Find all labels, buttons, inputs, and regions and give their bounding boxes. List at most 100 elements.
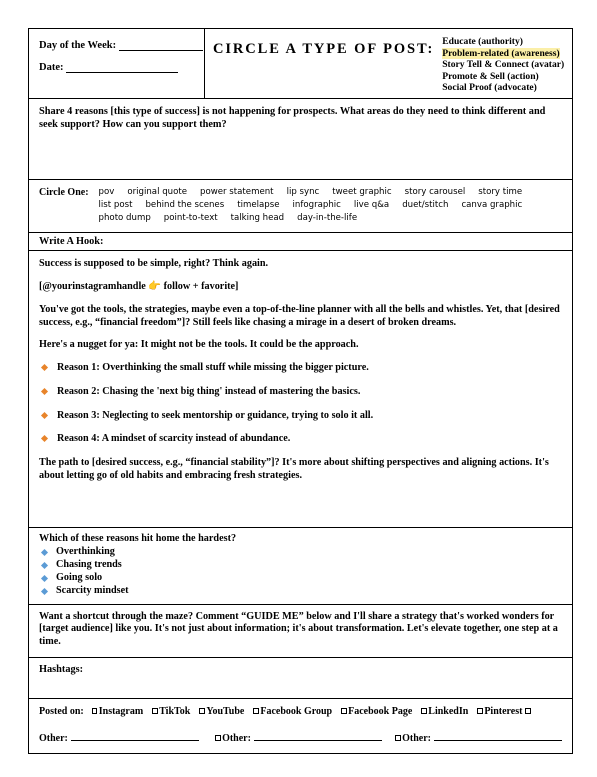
question-option-chasing-trends[interactable]: Chasing trends: [39, 559, 562, 572]
other-input[interactable]: [434, 730, 562, 741]
question-block: Which of these reasons hit home the hard…: [29, 528, 572, 603]
option-live-qa[interactable]: live q&a: [354, 199, 389, 212]
checkbox-icon[interactable]: [395, 735, 401, 741]
checkbox-instagram[interactable]: Instagram: [91, 705, 144, 717]
handle-suffix: follow + favorite]: [161, 281, 239, 293]
checkbox-facebook-page[interactable]: Facebook Page: [341, 706, 412, 717]
other-field-3[interactable]: Other:: [395, 730, 562, 744]
post-type-list: Educate (authority) Problem-related (awa…: [439, 36, 565, 94]
other-label: Other:: [39, 732, 68, 744]
question-option-overthinking[interactable]: Overthinking: [39, 546, 562, 559]
pointing-right-hand-icon: 👉: [148, 281, 162, 293]
diamond-bullet-icon: [40, 411, 49, 419]
date-fields-cell: Day of the Week: Date:: [29, 29, 205, 98]
option-point-to-text[interactable]: point-to-text: [164, 212, 218, 225]
posted-on-platforms: Posted on: Instagram TikTok YouTube Face…: [39, 706, 562, 717]
checkbox-icon[interactable]: [91, 708, 98, 714]
reason-item-4: Reason 4: A mindset of scarcity instead …: [39, 433, 562, 446]
reason-text: Reason 4: A mindset of scarcity instead …: [57, 433, 291, 445]
checkbox-pinterest[interactable]: Pinterest: [477, 706, 531, 717]
option-original-quote[interactable]: original quote: [127, 186, 187, 199]
date-input[interactable]: [66, 62, 179, 73]
option-story-time[interactable]: story time: [478, 186, 522, 199]
option-day-in-the-life[interactable]: day-in-the-life: [297, 212, 357, 225]
question-option-going-solo[interactable]: Going solo: [39, 572, 562, 585]
write-a-hook-label: Write A Hook:: [39, 236, 104, 248]
post-type-option-problem-related[interactable]: Problem-related (awareness): [441, 47, 565, 60]
post-type-option-promote-sell[interactable]: Promote & Sell (action): [441, 71, 565, 83]
option-behind-the-scenes[interactable]: behind the scenes: [145, 199, 224, 212]
platform-label: Facebook Group: [260, 705, 333, 717]
post-type-option-story-tell[interactable]: Story Tell & Connect (avatar): [441, 59, 565, 71]
other-input[interactable]: [253, 730, 382, 741]
day-of-week-input[interactable]: [118, 40, 203, 51]
post-type-option-educate[interactable]: Educate (authority): [441, 36, 565, 48]
post-body-content[interactable]: Success is supposed to be simple, right?…: [29, 251, 572, 527]
header-row: Day of the Week: Date: CIRCLE A TYPE OF …: [29, 29, 572, 99]
checkbox-icon[interactable]: [421, 708, 427, 714]
hashtags-label: Hashtags:: [39, 663, 84, 675]
option-list-post[interactable]: list post: [99, 199, 133, 212]
checkbox-linkedin[interactable]: LinkedIn: [421, 706, 468, 717]
other-label: Other:: [222, 732, 251, 744]
other-field-1[interactable]: Other:: [39, 730, 199, 744]
body-paragraph-3: The path to [desired success, e.g., “fin…: [39, 457, 549, 481]
option-duet-stitch[interactable]: duet/stitch: [402, 199, 448, 212]
platform-label: TikTok: [159, 705, 191, 717]
handle-prefix: [@yourinstagramhandle: [39, 281, 149, 293]
diamond-bullet-icon: [40, 548, 49, 556]
option-tweet-graphic[interactable]: tweet graphic: [332, 186, 391, 199]
reason-item-2: Reason 2: Chasing the 'next big thing' i…: [39, 386, 562, 399]
checkbox-icon[interactable]: [341, 708, 347, 714]
posted-on-other-fields: Other: Other: Other:: [39, 730, 562, 744]
diamond-bullet-icon: [40, 435, 49, 443]
question-row: Which of these reasons hit home the hard…: [29, 528, 572, 605]
day-of-week-field[interactable]: Day of the Week:: [39, 40, 203, 51]
handle-line: [@yourinstagramhandle 👉 follow + favorit…: [39, 281, 562, 294]
option-talking-head[interactable]: talking head: [231, 212, 284, 225]
circle-one-label: Circle One:: [39, 186, 89, 198]
option-pov[interactable]: pov: [99, 186, 115, 199]
circle-one-options-line-2: list post behind the scenes timelapse in…: [99, 199, 564, 212]
checkbox-facebook-group[interactable]: Facebook Group: [253, 706, 332, 717]
question-option-scarcity-mindset[interactable]: Scarcity mindset: [39, 585, 562, 598]
reason-text: Reason 2: Chasing the 'next big thing' i…: [57, 385, 361, 397]
option-story-carousel[interactable]: story carousel: [405, 186, 466, 199]
diamond-bullet-icon: [40, 574, 49, 582]
date-field[interactable]: Date:: [39, 62, 196, 73]
checkbox-icon-trailing[interactable]: [525, 708, 531, 714]
option-lip-sync[interactable]: lip sync: [287, 186, 320, 199]
diamond-bullet-icon: [40, 387, 49, 395]
option-canva-graphic[interactable]: canva graphic: [461, 199, 522, 212]
question-option-label: Overthinking: [56, 545, 115, 557]
checkbox-youtube[interactable]: YouTube: [199, 706, 244, 717]
checkbox-icon[interactable]: [477, 708, 483, 714]
diamond-bullet-icon: [40, 587, 49, 595]
checkbox-icon[interactable]: [199, 708, 205, 714]
checkbox-tiktok[interactable]: TikTok: [152, 706, 190, 717]
circle-one-row: Circle One: pov original quote power sta…: [29, 180, 572, 234]
checkbox-icon[interactable]: [215, 735, 221, 741]
body-row[interactable]: Success is supposed to be simple, right?…: [29, 251, 572, 529]
option-timelapse[interactable]: timelapse: [237, 199, 279, 212]
posted-on-block: Posted on: Instagram TikTok YouTube Face…: [29, 699, 572, 753]
option-photo-dump[interactable]: photo dump: [99, 212, 151, 225]
platform-label: Instagram: [98, 705, 144, 717]
reason-text: Reason 1: Overthinking the small stuff w…: [57, 362, 369, 374]
post-type-label: Educate (authority): [442, 36, 523, 47]
option-power-statement[interactable]: power statement: [200, 186, 274, 199]
circle-one-options: pov original quote power statement lip s…: [99, 186, 564, 226]
checkbox-icon[interactable]: [253, 708, 259, 714]
other-input[interactable]: [70, 730, 199, 741]
hashtags-row[interactable]: Hashtags:: [29, 658, 572, 699]
reason-item-1: Reason 1: Overthinking the small stuff w…: [39, 362, 562, 375]
day-of-week-label: Day of the Week:: [39, 40, 117, 51]
other-field-2[interactable]: Other:: [215, 730, 382, 744]
question-option-label: Scarcity mindset: [56, 584, 129, 596]
checkbox-icon[interactable]: [152, 708, 158, 714]
worksheet-page: Day of the Week: Date: CIRCLE A TYPE OF …: [0, 0, 597, 777]
option-infographic[interactable]: infographic: [293, 199, 341, 212]
post-type-option-social-proof[interactable]: Social Proof (advocate): [441, 82, 565, 94]
other-label: Other:: [402, 732, 431, 744]
question-prompt: Which of these reasons hit home the hard…: [39, 533, 237, 545]
